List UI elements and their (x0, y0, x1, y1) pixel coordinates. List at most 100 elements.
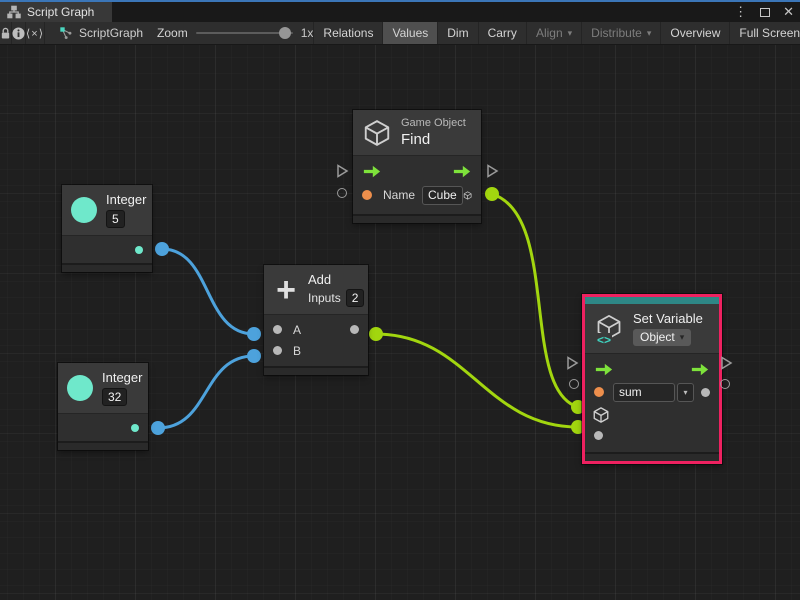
align-button[interactable]: Align ▾ (526, 22, 581, 44)
value-row (585, 425, 719, 446)
object-row (585, 404, 719, 425)
output-port[interactable] (701, 388, 710, 397)
node-footer (58, 441, 148, 450)
result-port-cube-icon[interactable] (463, 186, 472, 205)
node-title: Integer (106, 192, 146, 207)
node-body (62, 235, 152, 263)
lock-button[interactable] (0, 22, 12, 44)
node-integer-5[interactable]: Integer 5 (62, 185, 152, 272)
visual-scripting-window: Script Graph ⋮ ✕ ⟨×⟩ (0, 0, 800, 600)
flow-in-port[interactable] (566, 356, 579, 370)
node-gameobject-find[interactable]: Game Object Find Name Cube (353, 110, 481, 223)
flow-out-arrow-icon[interactable] (690, 363, 710, 376)
chevron-down-icon: ▾ (568, 28, 573, 39)
lock-icon (0, 27, 11, 40)
node-header: <> Set Variable Object ▾ (585, 304, 719, 353)
node-integer-32[interactable]: Integer 32 (58, 363, 148, 450)
node-set-variable[interactable]: <> Set Variable Object ▾ (582, 294, 722, 464)
wire-integer32-to-add-b[interactable] (158, 356, 254, 428)
flow-in-port[interactable] (336, 164, 349, 178)
wire-add-to-setvariable-value[interactable] (376, 334, 578, 427)
flow-out-port[interactable] (486, 164, 499, 178)
output-outer-port[interactable] (720, 379, 730, 389)
title-bar: Script Graph ⋮ ✕ (0, 2, 800, 22)
wire-endpoints (151, 187, 585, 435)
port-label: B (293, 344, 301, 358)
flow-in-arrow-icon[interactable] (594, 363, 614, 376)
inputs-label: Inputs (308, 291, 341, 305)
flow-in-arrow-icon[interactable] (362, 165, 382, 178)
variable-name-dropdown-button[interactable]: ▾ (677, 383, 694, 402)
node-footer (353, 214, 481, 223)
name-value-field[interactable]: Cube (422, 186, 463, 205)
values-button[interactable]: Values (382, 22, 437, 44)
flow-out-arrow-icon[interactable] (452, 165, 472, 178)
node-body: sum ▾ (585, 353, 719, 452)
code-preview-button[interactable]: ⟨×⟩ (26, 22, 45, 44)
output-port[interactable] (135, 246, 143, 254)
graph-toolbar: ⟨×⟩ ScriptGraph Zoom 1x Relations Values… (0, 22, 800, 45)
tab-title: Script Graph (27, 5, 94, 19)
zoom-slider[interactable] (196, 32, 293, 34)
node-footer (585, 452, 719, 461)
integer-icon (67, 375, 93, 401)
flow-row (585, 359, 719, 380)
node-footer (62, 263, 152, 272)
zoom-control: Zoom 1x (157, 22, 313, 44)
output-port-sum[interactable] (350, 325, 359, 334)
value-input-port[interactable] (594, 431, 603, 440)
dim-button[interactable]: Dim (437, 22, 477, 44)
flow-out-port[interactable] (720, 356, 733, 370)
node-header: Game Object Find (353, 110, 481, 155)
zoom-slider-handle[interactable] (279, 27, 291, 39)
integer-value-field[interactable]: 5 (106, 210, 125, 228)
graph-canvas[interactable]: Integer 5 Integer 32 (0, 45, 800, 600)
inputs-count-field[interactable]: 2 (346, 289, 365, 307)
graph-name-label: ScriptGraph (79, 26, 143, 40)
node-category: Game Object (401, 117, 466, 129)
zoom-label: Zoom (157, 26, 188, 40)
menu-icon[interactable]: ⋮ (734, 4, 747, 20)
node-title: Set Variable (633, 311, 703, 326)
output-port[interactable] (131, 424, 139, 432)
input-row-b: B (264, 340, 368, 361)
info-icon (12, 27, 25, 40)
overview-button[interactable]: Overview (660, 22, 729, 44)
object-port-cube-icon[interactable] (592, 406, 610, 424)
code-brackets-icon: <> (596, 333, 612, 347)
script-graph-icon (59, 26, 73, 40)
maximize-icon[interactable] (760, 8, 770, 17)
node-body (58, 413, 148, 441)
tab-script-graph[interactable]: Script Graph (0, 2, 112, 22)
chevron-down-icon: ▾ (647, 28, 652, 39)
port-label: A (293, 323, 301, 337)
variable-name-dropdown[interactable]: sum (613, 383, 675, 402)
node-add[interactable]: + Add Inputs 2 A B (264, 265, 368, 375)
node-body: A B (264, 314, 368, 366)
fullscreen-button[interactable]: Full Screen (729, 22, 800, 44)
variable-name-port[interactable] (594, 387, 604, 397)
wire-integer5-to-add-a[interactable] (162, 249, 254, 334)
close-icon[interactable]: ✕ (783, 4, 794, 20)
distribute-button[interactable]: Distribute ▾ (581, 22, 660, 44)
relations-button[interactable]: Relations (313, 22, 382, 44)
integer-value-field[interactable]: 32 (102, 388, 127, 406)
node-title: Integer (102, 370, 142, 385)
node-header: Integer 32 (58, 363, 148, 413)
integer-icon (71, 197, 97, 223)
input-row-a: A (264, 319, 368, 340)
input-port-a[interactable] (273, 325, 282, 334)
carry-button[interactable]: Carry (478, 22, 526, 44)
wire-find-to-setvariable-object[interactable] (492, 194, 578, 407)
name-input-port[interactable] (362, 190, 372, 200)
variable-outer-port[interactable] (569, 379, 579, 389)
node-header: Integer 5 (62, 185, 152, 235)
graph-name: ScriptGraph (45, 22, 143, 44)
input-port-b[interactable] (273, 346, 282, 355)
info-button[interactable] (12, 22, 26, 44)
variable-name-row: sum ▾ (585, 380, 719, 404)
param-label: Name (383, 188, 415, 202)
variable-accent-strip (585, 297, 719, 304)
variable-scope-dropdown[interactable]: Object ▾ (633, 329, 691, 346)
name-outer-port[interactable] (337, 188, 347, 198)
